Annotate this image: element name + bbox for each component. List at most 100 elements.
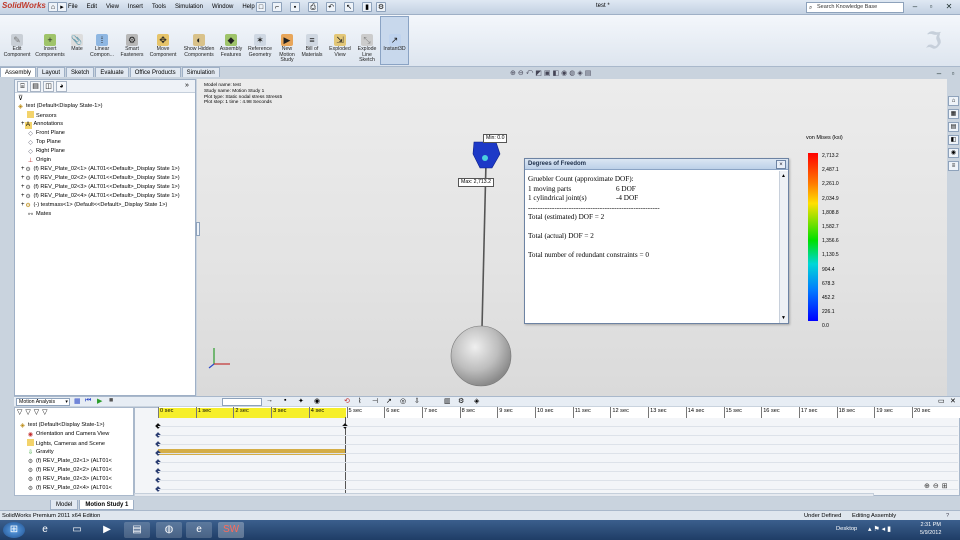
spring-icon[interactable]: ⌇ <box>358 397 361 405</box>
motion-tree-gravity[interactable]: ⇩ Gravity <box>19 448 133 457</box>
dof-close-icon[interactable]: × <box>776 160 786 169</box>
custom-properties-icon[interactable]: ≡ <box>948 161 959 171</box>
gravity-key-bar[interactable] <box>158 449 345 455</box>
move-component-button[interactable]: ✥ Move Component <box>148 34 178 58</box>
viewport-minimize-icon[interactable]: – <box>932 69 946 79</box>
motion-tree-plate-4[interactable]: ⚙ (f) REV_Plate_02<4> (ALT01< <box>19 484 133 493</box>
menu-help[interactable]: Help <box>242 2 254 13</box>
tree-item-mates[interactable]: ⚯ Mates <box>17 210 195 219</box>
motion-tree-plate-3[interactable]: ⚙ (f) REV_Plate_02<3> (ALT01< <box>19 475 133 484</box>
property-manager-tab-icon[interactable]: ▤ <box>30 81 41 92</box>
exploded-view-button[interactable]: ⇲ Exploded View <box>326 34 354 58</box>
mate-button[interactable]: 📎 Mate <box>68 34 86 53</box>
insert-components-button[interactable]: + Insert Components <box>34 34 66 58</box>
new-motion-study-button[interactable]: ▶ New Motion Study <box>276 34 298 64</box>
save-animation-icon[interactable]: ▪ <box>284 397 286 404</box>
folder-taskbar-icon[interactable]: ▤ <box>124 522 150 538</box>
tab-simulation[interactable]: Simulation <box>181 67 220 77</box>
menu-tools[interactable]: Tools <box>152 2 166 13</box>
tree-item-sensors[interactable]: Sensors <box>17 111 195 120</box>
media-player-icon[interactable]: ▶ <box>94 522 120 538</box>
zoom-out-icon[interactable]: ⊖ <box>933 482 939 490</box>
smart-fasteners-button[interactable]: ⚙ Smart Fasteners <box>118 34 146 58</box>
section-view-icon[interactable]: ◩ <box>535 69 542 79</box>
expand-panel-icon[interactable]: » <box>185 82 189 89</box>
solidworks-taskbar-icon[interactable]: SW <box>218 522 244 538</box>
play-from-start-icon[interactable]: ⏮ <box>85 397 91 405</box>
edit-component-button[interactable]: ✎ Edit Component <box>2 34 32 58</box>
options-icon[interactable]: ⚙ <box>376 2 386 12</box>
playback-mode-icon[interactable]: → <box>266 397 273 404</box>
undo-icon[interactable]: ↶ <box>326 2 336 12</box>
view-settings-icon[interactable]: ▤ <box>585 69 592 79</box>
previous-view-icon[interactable]: ⤺ <box>526 69 533 79</box>
save-icon[interactable]: ▪ <box>290 2 300 12</box>
tree-item-plate-1[interactable]: +⚙ (f) REV_Plate_02<1> (ALT01<<Default>_D… <box>17 165 195 174</box>
tab-model[interactable]: Model <box>50 500 79 510</box>
close-icon[interactable]: ✕ <box>942 2 956 12</box>
tree-item-plate-3[interactable]: +⚙ (f) REV_Plate_02<3> (ALT01<<Default>_D… <box>17 183 195 192</box>
resources-icon[interactable]: ⌂ <box>948 96 959 106</box>
view-orientation-icon[interactable]: ▣ <box>544 69 551 79</box>
tree-item-testmass[interactable]: +⚙ (-) testmass<1> (Default<<Default>_Dis… <box>17 201 195 210</box>
show-hidden-button[interactable]: ◐ Show Hidden Components <box>182 34 216 58</box>
tab-sketch[interactable]: Sketch <box>66 67 95 77</box>
results-plots-icon[interactable]: ▥ <box>444 397 451 405</box>
start-button-icon[interactable]: ⊞ <box>3 522 25 538</box>
tab-layout[interactable]: Layout <box>37 67 66 77</box>
pin-icon[interactable]: ▸ <box>57 2 67 12</box>
tree-item-front-plane[interactable]: ◇ Front Plane <box>17 129 195 138</box>
tab-office-products[interactable]: Office Products <box>129 67 181 77</box>
motion-manager-collapse-icon[interactable]: ▭ <box>938 397 945 405</box>
time-cursor[interactable] <box>345 417 346 496</box>
menu-simulation[interactable]: Simulation <box>175 2 203 13</box>
motion-tree-orientation[interactable]: ◉ Orientation and Camera View <box>19 430 133 439</box>
tab-assembly[interactable]: Assembly <box>0 67 37 77</box>
file-explorer-taskbar-icon[interactable]: ▭ <box>64 522 90 538</box>
pendulum-model[interactable] <box>440 132 530 392</box>
motion-study-properties-icon[interactable]: ⚙ <box>458 397 464 405</box>
tree-item-root[interactable]: ◈ test (Default<Display State-1>) <box>17 102 195 111</box>
configuration-tab-icon[interactable]: ◫ <box>43 81 54 92</box>
motion-manager-close-icon[interactable]: ✕ <box>950 397 956 405</box>
force-icon[interactable]: ↗ <box>386 397 392 405</box>
menu-window[interactable]: Window <box>212 2 233 13</box>
explode-line-sketch-button[interactable]: ⤡ Explode Line Sketch <box>354 34 380 64</box>
menu-insert[interactable]: Insert <box>128 2 143 13</box>
print-icon[interactable]: ⎙ <box>308 2 318 12</box>
new-document-icon[interactable]: □ <box>256 2 266 12</box>
system-clock[interactable]: 2:31 PM 5/9/2012 <box>920 521 941 537</box>
motion-tree-plate-2[interactable]: ⚙ (f) REV_Plate_02<2> (ALT01< <box>19 466 133 475</box>
zoom-to-fit-icon[interactable]: ⊕ <box>510 69 516 79</box>
scroll-up-icon[interactable]: ▲ <box>781 173 786 179</box>
motion-tree-plate-1[interactable]: ⚙ (f) REV_Plate_02<1> (ALT01< <box>19 457 133 466</box>
hide-show-icon[interactable]: ◉ <box>561 69 567 79</box>
display-style-icon[interactable]: ◧ <box>552 69 559 79</box>
tree-item-annotations[interactable]: +A Annotations <box>17 120 195 129</box>
solidworks-logo[interactable]: SolidWorks <box>2 1 46 13</box>
scene-icon[interactable]: ◈ <box>577 69 582 79</box>
menu-edit[interactable]: Edit <box>87 2 97 13</box>
play-icon[interactable]: ▶ <box>97 397 102 405</box>
tree-item-origin[interactable]: ⊥ Origin <box>17 156 195 165</box>
tab-motion-study-1[interactable]: Motion Study 1 <box>79 500 135 510</box>
rebuild-icon[interactable]: ▮ <box>362 2 372 12</box>
filter-icon[interactable]: ⊽ <box>18 94 23 102</box>
viewport-restore-icon[interactable]: ▫ <box>946 69 960 79</box>
internet-explorer-icon[interactable]: e <box>32 522 58 538</box>
tree-item-plate-4[interactable]: +⚙ (f) REV_Plate_02<4> (ALT01<<Default>_D… <box>17 192 195 201</box>
paint-icon[interactable]: ◍ <box>156 522 182 538</box>
bill-of-materials-button[interactable]: ≡ Bill of Materials <box>300 34 324 58</box>
minimize-icon[interactable]: – <box>908 2 922 12</box>
zoom-in-icon[interactable]: ⊕ <box>924 482 930 490</box>
motor-icon[interactable]: ⟲ <box>344 397 350 405</box>
assembly-features-button[interactable]: ◆ Assembly Features <box>218 34 244 58</box>
calculate-icon[interactable]: ▦ <box>74 397 81 405</box>
open-icon[interactable]: ⌐ <box>272 2 282 12</box>
instant3d-button[interactable]: ↗ Instant3D <box>381 34 408 53</box>
tray-icons[interactable]: ▴ ⚑ ◂ ▮ <box>868 525 891 533</box>
edit-appearance-icon[interactable]: ◍ <box>569 69 575 79</box>
display-manager-tab-icon[interactable]: ◕ <box>56 81 67 92</box>
tree-item-plate-2[interactable]: +⚙ (f) REV_Plate_02<2> (ALT01<<Default>_D… <box>17 174 195 183</box>
view-palette-icon[interactable]: ◧ <box>948 135 959 145</box>
